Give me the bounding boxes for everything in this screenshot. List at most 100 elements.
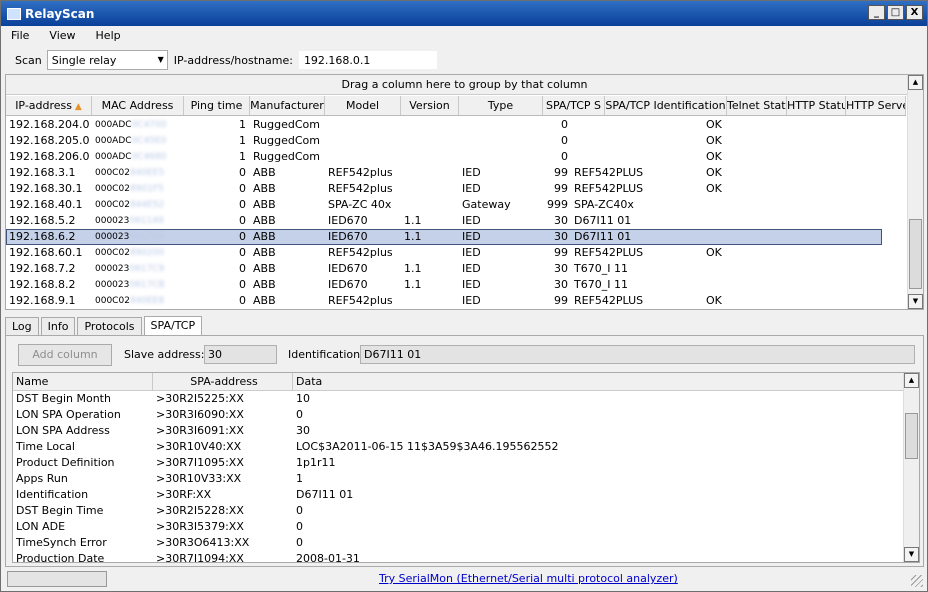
http-server-cell xyxy=(822,293,882,309)
group-panel[interactable]: Drag a column here to group by that colu… xyxy=(6,75,923,95)
mac-cell: 000C02844E52 xyxy=(92,197,184,213)
list-item[interactable]: Apps Run >30R10V33:XX 1 xyxy=(13,471,919,487)
ping-cell: 0 xyxy=(239,230,246,243)
http-server-cell xyxy=(822,245,882,261)
column-header[interactable]: MAC Address xyxy=(92,96,184,115)
ip-cell: 192.168.3.1 xyxy=(9,166,76,179)
tab-protocols[interactable]: Protocols xyxy=(77,317,142,336)
slave-address-field[interactable]: 30 xyxy=(204,345,277,364)
menu-help[interactable]: Help xyxy=(86,29,131,42)
tab-spa-tcp[interactable]: SPA/TCP xyxy=(143,316,203,336)
close-button[interactable]: X xyxy=(906,5,923,20)
version-cell xyxy=(401,165,459,181)
menu-file[interactable]: File xyxy=(1,29,39,42)
column-header[interactable]: HTTP Serve xyxy=(846,96,906,115)
list-item[interactable]: DST Begin Time >30R2I5228:XX 0 xyxy=(13,503,919,519)
relay-grid-rows: 192.168.204.0 000ADC0C4700 1 RuggedCom 0 OK 19… xyxy=(6,117,882,309)
telnet-cell xyxy=(703,261,763,277)
column-header[interactable]: Telnet Statu xyxy=(727,96,787,115)
ip-input[interactable]: 192.168.0.1 xyxy=(297,50,438,70)
table-row[interactable]: 192.168.40.1 000C02844E52 0 ABB SPA-ZC 40x Ga… xyxy=(6,197,882,213)
identification-field[interactable]: D67I11 01 xyxy=(360,345,915,364)
column-header[interactable]: SPA/TCP Identification xyxy=(605,96,727,115)
table-row[interactable]: 192.168.6.2 000023061798 0 ABB IED670 1.1 IED 3… xyxy=(6,229,882,245)
minimize-button[interactable]: _ xyxy=(868,5,885,20)
table-row[interactable]: 192.168.60.1 000C02890200 0 ABB REF542plus IE… xyxy=(6,245,882,261)
model-cell: IED670 xyxy=(328,278,368,291)
column-header[interactable]: SPA-address xyxy=(153,373,293,390)
slave-address-label: Slave address: xyxy=(124,348,205,361)
telnet-cell: OK xyxy=(706,134,722,147)
tab-info[interactable]: Info xyxy=(40,317,76,336)
type-cell: IED xyxy=(462,166,481,179)
telnet-cell: OK xyxy=(706,246,722,259)
scroll-down-icon[interactable]: ▼ xyxy=(908,294,923,309)
column-header[interactable]: Manufacturer xyxy=(250,96,325,115)
mac-cell: 000023061149 xyxy=(92,213,184,229)
scroll-thumb[interactable] xyxy=(909,219,922,289)
column-header[interactable]: SPA/TCP S xyxy=(543,96,605,115)
table-row[interactable]: 192.168.9.1 000C02840EE8 0 ABB REF542plus IED… xyxy=(6,293,882,309)
maximize-button[interactable]: □ xyxy=(887,5,904,20)
column-header[interactable]: Model xyxy=(325,96,401,115)
table-row[interactable]: 192.168.7.2 0000230617C9 0 ABB IED670 1.1 IED 3… xyxy=(6,261,882,277)
list-item[interactable]: Time Local >30R10V40:XX LOC$3A2011-06-15 1… xyxy=(13,439,919,455)
column-header[interactable]: Type xyxy=(459,96,543,115)
list-item[interactable]: Product Definition >30R7I1095:XX 1p1r11 xyxy=(13,455,919,471)
relay-grid-header: IP-address ▲ MAC Address Ping time Manufact… xyxy=(6,96,906,116)
scroll-up-icon[interactable]: ▲ xyxy=(904,373,919,388)
column-header[interactable]: HTTP Statu xyxy=(787,96,846,115)
manufacturer-cell: ABB xyxy=(253,262,276,275)
relay-grid-scrollbar[interactable]: ▲ ▼ xyxy=(907,75,923,309)
table-row[interactable]: 192.168.30.1 000C028901F5 0 ABB REF542plus IE… xyxy=(6,181,882,197)
type-cell: Gateway xyxy=(462,198,511,211)
column-header[interactable]: Ping time xyxy=(184,96,250,115)
scroll-up-icon[interactable]: ▲ xyxy=(908,75,923,90)
list-item[interactable]: TimeSynch Error >30R3O6413:XX 0 xyxy=(13,535,919,551)
list-item[interactable]: Identification >30RF:XX D67I11 01 xyxy=(13,487,919,503)
tab-log[interactable]: Log xyxy=(5,317,39,336)
telnet-cell xyxy=(703,213,763,229)
ip-cell: 192.168.40.1 xyxy=(9,198,83,211)
name-cell: LON SPA Operation xyxy=(16,408,121,421)
mac-prefix: 000C02 xyxy=(95,200,130,210)
scroll-thumb[interactable] xyxy=(905,413,918,459)
list-item[interactable]: LON SPA Address >30R3I6091:XX 30 xyxy=(13,423,919,439)
list-item[interactable]: Production Date >30R7I1094:XX 2008-01-31 xyxy=(13,551,919,563)
version-cell: 1.1 xyxy=(404,278,422,291)
telnet-cell: OK xyxy=(706,294,722,307)
serialmon-link[interactable]: Try SerialMon (Ethernet/Serial multi pro… xyxy=(379,572,678,585)
column-header[interactable]: Version xyxy=(401,96,459,115)
ip-cell: 192.168.6.2 xyxy=(9,230,76,243)
table-row[interactable]: 192.168.3.1 000C02840EE5 0 ABB REF542plus IED… xyxy=(6,165,882,181)
table-row[interactable]: 192.168.5.2 000023061149 0 ABB IED670 1.1 IED 3… xyxy=(6,213,882,229)
spa-address-cell: >30R10V33:XX xyxy=(156,472,242,485)
add-column-button[interactable]: Add column xyxy=(18,344,112,366)
manufacturer-cell: ABB xyxy=(253,246,276,259)
column-header[interactable]: IP-address ▲ xyxy=(6,96,92,115)
spa-status-cell: 0 xyxy=(561,118,568,131)
table-row[interactable]: 192.168.205.0 000ADC0C45E0 1 RuggedCom 0 OK xyxy=(6,133,882,149)
dropdown-arrow-icon[interactable]: ▼ xyxy=(155,51,167,69)
spa-grid-scrollbar[interactable]: ▲ ▼ xyxy=(903,373,919,562)
data-cell: 2008-01-31 xyxy=(296,552,360,563)
scroll-down-icon[interactable]: ▼ xyxy=(904,547,919,562)
scan-mode-select[interactable]: Single relay ▼ xyxy=(46,50,168,70)
manufacturer-cell: ABB xyxy=(253,214,276,227)
spa-ident-cell xyxy=(571,149,703,165)
data-cell: 1p1r11 xyxy=(296,456,336,469)
menu-view[interactable]: View xyxy=(39,29,85,42)
table-row[interactable]: 192.168.204.0 000ADC0C4700 1 RuggedCom 0 OK xyxy=(6,117,882,133)
list-item[interactable]: LON ADE >30R3I5379:XX 0 xyxy=(13,519,919,535)
list-item[interactable]: DST Begin Month >30R2I5225:XX 10 xyxy=(13,391,919,407)
table-row[interactable]: 192.168.206.0 000ADC0C4680 1 RuggedCom 0 OK xyxy=(6,149,882,165)
table-row[interactable]: 192.168.8.2 0000230617CB 0 ABB IED670 1.1 IED 3… xyxy=(6,277,882,293)
version-cell: 1.1 xyxy=(404,262,422,275)
http-status-cell xyxy=(763,197,822,213)
resize-grip-icon[interactable] xyxy=(911,575,923,587)
column-header[interactable]: Name xyxy=(13,373,153,390)
http-status-cell xyxy=(763,181,822,197)
list-item[interactable]: LON SPA Operation >30R3I6090:XX 0 xyxy=(13,407,919,423)
column-header[interactable]: Data xyxy=(293,373,905,390)
http-server-cell xyxy=(822,213,882,229)
